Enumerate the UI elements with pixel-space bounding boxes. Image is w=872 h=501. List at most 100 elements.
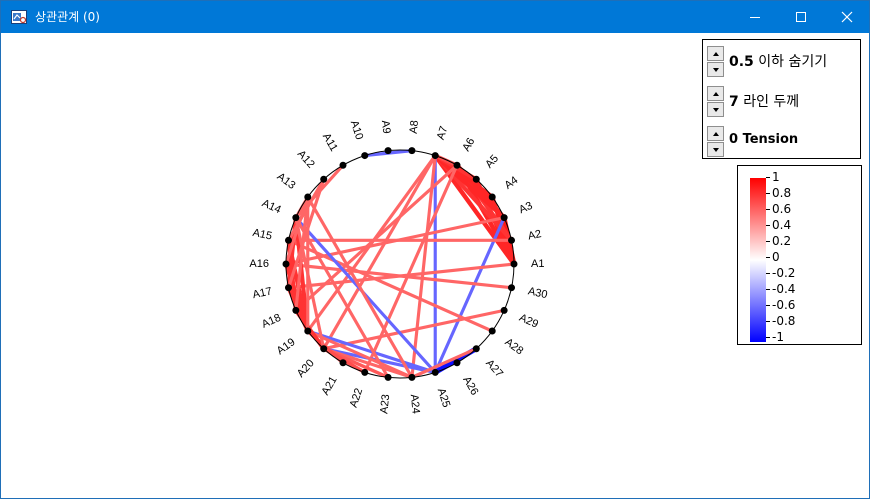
node-a3[interactable]: [500, 214, 508, 222]
arrow-down-icon: [713, 148, 719, 152]
node-a9[interactable]: [384, 147, 392, 155]
legend-tick: 0.6: [766, 203, 791, 216]
link-a29-a20: [322, 308, 506, 351]
node-label-a21: A21: [320, 374, 340, 397]
node-a10[interactable]: [361, 152, 369, 160]
legend-tick: -0.2: [766, 267, 795, 280]
node-label-a25: A25: [435, 387, 452, 409]
node-a22[interactable]: [361, 368, 369, 376]
node-label-a1: A1: [531, 258, 544, 270]
maximize-icon: [796, 12, 806, 22]
node-label-a14: A14: [260, 197, 283, 216]
line-width-spinner[interactable]: [707, 86, 724, 118]
legend-tick: -0.8: [766, 315, 795, 328]
node-label-a26: A26: [460, 374, 480, 397]
tension-label: 0 Tension: [729, 132, 798, 147]
node-a28[interactable]: [488, 327, 496, 335]
maximize-button[interactable]: [778, 1, 824, 33]
node-a24[interactable]: [408, 373, 416, 381]
node-a21[interactable]: [339, 359, 347, 367]
legend-tick: -0.4: [766, 283, 795, 296]
minimize-icon: [750, 17, 760, 18]
arrow-up-icon: [713, 132, 719, 136]
node-a20[interactable]: [320, 345, 328, 353]
threshold-text: 이하 숨기기: [758, 54, 828, 70]
node-label-a9: A9: [379, 120, 392, 135]
node-a27[interactable]: [472, 345, 480, 353]
node-a30[interactable]: [508, 284, 516, 292]
node-label-a2: A2: [527, 228, 543, 243]
node-label-a24: A24: [408, 394, 422, 415]
node-a5[interactable]: [472, 175, 480, 183]
node-label-a4: A4: [502, 174, 520, 192]
node-a17[interactable]: [284, 284, 292, 292]
node-label-a22: A22: [348, 387, 365, 409]
node-a11[interactable]: [339, 161, 347, 169]
node-label-a30: A30: [527, 285, 549, 301]
node-a1[interactable]: [510, 260, 518, 268]
node-a26[interactable]: [453, 359, 461, 367]
node-a14[interactable]: [292, 214, 300, 222]
legend-tick: -0.6: [766, 299, 795, 312]
node-label-a28: A28: [502, 336, 525, 357]
node-label-a7: A7: [435, 125, 451, 142]
node-a12[interactable]: [320, 175, 328, 183]
node-a2[interactable]: [508, 236, 516, 244]
threshold-down-button[interactable]: [707, 62, 724, 77]
title-bar[interactable]: 상관관계 (0): [1, 1, 869, 33]
line-width-value: 7: [729, 94, 739, 110]
legend-tick: -1: [766, 331, 784, 344]
tension-text: Tension: [742, 132, 799, 147]
node-label-a20: A20: [295, 357, 317, 380]
node-label-a13: A13: [275, 171, 298, 192]
node-a15[interactable]: [284, 236, 292, 244]
correlation-window: 상관관계 (0) A1 A2 A3 A4 A5 A6 A7 A8 A9 A10 A11 A12 A13 A…: [0, 0, 870, 499]
node-a19[interactable]: [304, 327, 312, 335]
line-width-down-button[interactable]: [707, 102, 724, 117]
node-label-a18: A18: [260, 312, 283, 331]
node-label-a6: A6: [460, 136, 477, 154]
node-a8[interactable]: [408, 147, 416, 155]
control-panel: 0.5 이하 숨기기 7 라인 두께 0 Tension: [702, 39, 861, 159]
close-icon: [841, 11, 853, 23]
line-width-up-button[interactable]: [707, 86, 724, 101]
node-label-a16: A16: [249, 258, 269, 270]
node-label-a3: A3: [517, 200, 534, 216]
node-a7[interactable]: [431, 152, 439, 160]
node-label-a29: A29: [517, 312, 540, 331]
node-a6[interactable]: [453, 161, 461, 169]
threshold-spinner[interactable]: [707, 46, 724, 78]
app-icon: [11, 10, 27, 24]
minimize-button[interactable]: [732, 1, 778, 33]
node-label-a17: A17: [251, 285, 273, 301]
arrow-up-icon: [713, 92, 719, 96]
arrow-up-icon: [713, 52, 719, 56]
node-a13[interactable]: [304, 193, 312, 201]
node-a25[interactable]: [431, 368, 439, 376]
tension-down-button[interactable]: [707, 142, 724, 157]
legend-tick: 0.8: [766, 187, 791, 200]
arrow-down-icon: [713, 68, 719, 72]
correlation-links: [283, 149, 517, 380]
color-gradient-bar: [750, 178, 766, 342]
node-label-a15: A15: [251, 227, 273, 243]
node-a16[interactable]: [282, 260, 290, 268]
node-a18[interactable]: [292, 306, 300, 314]
legend-tick: 0: [766, 251, 780, 264]
node-label-a5: A5: [483, 153, 501, 171]
node-a29[interactable]: [500, 306, 508, 314]
link-a1-a7: [432, 153, 517, 267]
legend-tick: 0.4: [766, 219, 791, 232]
threshold-label: 0.5 이하 숨기기: [729, 51, 827, 71]
threshold-up-button[interactable]: [707, 46, 724, 61]
tension-value: 0: [729, 132, 739, 147]
node-a4[interactable]: [488, 193, 496, 201]
tension-spinner[interactable]: [707, 126, 724, 158]
tension-up-button[interactable]: [707, 126, 724, 141]
color-legend: 1 0.8 0.6 0.4 0.2 0 -0.2 -0.4 -0.6 -0.8 …: [737, 165, 862, 345]
node-a23[interactable]: [384, 373, 392, 381]
close-button[interactable]: [824, 1, 870, 33]
node-label-a19: A19: [275, 336, 298, 357]
chart-area: A1 A2 A3 A4 A5 A6 A7 A8 A9 A10 A11 A12 A13 A14 A15 A16 A…: [7, 35, 864, 495]
node-label-a8: A8: [408, 120, 421, 135]
